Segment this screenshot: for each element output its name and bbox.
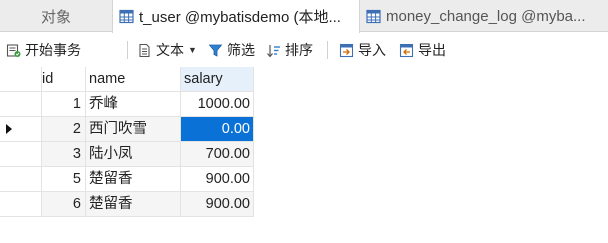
toolbar-divider xyxy=(127,41,128,59)
table-icon xyxy=(366,9,381,23)
cell-salary[interactable]: 900.00 xyxy=(181,192,254,217)
export-label: 导出 xyxy=(418,42,446,58)
cell-id[interactable]: 1 xyxy=(42,92,86,117)
data-grid: id name salary 1 乔峰 1000.00 2 西门吹雪 0.00 … xyxy=(0,67,608,243)
begin-transaction-button[interactable]: 开始事务 xyxy=(6,33,81,67)
export-icon xyxy=(399,43,414,57)
table-row[interactable]: 5 楚留香 900.00 xyxy=(0,167,254,192)
filter-icon xyxy=(208,44,223,57)
filter-button[interactable]: 筛选 xyxy=(208,33,255,67)
cell-name[interactable]: 西门吹雪 xyxy=(86,117,181,142)
column-header-id-label: id xyxy=(42,71,54,87)
tab-t-user[interactable]: t_user @mybatisdemo (本地... xyxy=(112,0,360,33)
row-indicator-header xyxy=(0,67,42,92)
begin-transaction-label: 开始事务 xyxy=(25,42,81,58)
column-header-id[interactable]: id xyxy=(42,67,86,92)
text-view-button[interactable]: 文本 ▼ xyxy=(137,33,197,67)
cell-id[interactable]: 5 xyxy=(42,167,86,192)
import-label: 导入 xyxy=(358,42,386,58)
table-icon xyxy=(119,9,134,24)
row-indicator[interactable] xyxy=(0,142,42,167)
document-icon xyxy=(139,43,150,57)
row-indicator[interactable] xyxy=(0,117,42,142)
grid-header-row: id name salary xyxy=(0,67,254,92)
tab-objects-label: 对象 xyxy=(40,8,71,26)
toolbar-divider xyxy=(327,41,328,59)
filter-label: 筛选 xyxy=(227,42,255,58)
column-header-salary[interactable]: salary xyxy=(181,67,254,92)
tab-bar: 对象 t_user @mybatisdemo (本地... money_chan… xyxy=(0,0,608,33)
tab-t-user-label: t_user @mybatisdemo (本地... xyxy=(139,9,341,26)
current-row-arrow-icon xyxy=(6,124,12,134)
cell-name[interactable]: 楚留香 xyxy=(86,167,181,192)
tab-money-change-log[interactable]: money_change_log @myba... xyxy=(360,0,608,32)
table-row[interactable]: 6 楚留香 900.00 xyxy=(0,192,254,217)
export-button[interactable]: 导出 xyxy=(399,33,446,67)
tab-objects[interactable]: 对象 xyxy=(0,0,112,32)
import-icon xyxy=(339,43,354,57)
cell-name[interactable]: 陆小凤 xyxy=(86,142,181,167)
row-indicator[interactable] xyxy=(0,192,42,217)
tab-money-change-log-label: money_change_log @myba... xyxy=(386,7,586,25)
column-header-name[interactable]: name xyxy=(86,67,181,92)
cell-id[interactable]: 2 xyxy=(42,117,86,142)
cell-id[interactable]: 6 xyxy=(42,192,86,217)
cell-salary-selected[interactable]: 0.00 xyxy=(181,117,254,142)
sort-label: 排序 xyxy=(285,42,313,58)
cell-name[interactable]: 楚留香 xyxy=(86,192,181,217)
text-view-label: 文本 xyxy=(156,42,184,58)
cell-salary[interactable]: 700.00 xyxy=(181,142,254,167)
row-indicator[interactable] xyxy=(0,92,42,117)
table-row[interactable]: 3 陆小凤 700.00 xyxy=(0,142,254,167)
transaction-icon xyxy=(6,43,21,57)
table-row[interactable]: 1 乔峰 1000.00 xyxy=(0,92,254,117)
cell-salary[interactable]: 900.00 xyxy=(181,167,254,192)
cell-id[interactable]: 3 xyxy=(42,142,86,167)
chevron-down-icon[interactable]: ▼ xyxy=(188,45,197,55)
cell-salary[interactable]: 1000.00 xyxy=(181,92,254,117)
toolbar: 开始事务 文本 ▼ 筛选 排序 导入 导出 xyxy=(0,33,608,67)
table-row[interactable]: 2 西门吹雪 0.00 xyxy=(0,117,254,142)
cell-name[interactable]: 乔峰 xyxy=(86,92,181,117)
import-button[interactable]: 导入 xyxy=(339,33,386,67)
sort-icon xyxy=(267,44,280,57)
sort-button[interactable]: 排序 xyxy=(266,33,313,67)
row-indicator[interactable] xyxy=(0,167,42,192)
